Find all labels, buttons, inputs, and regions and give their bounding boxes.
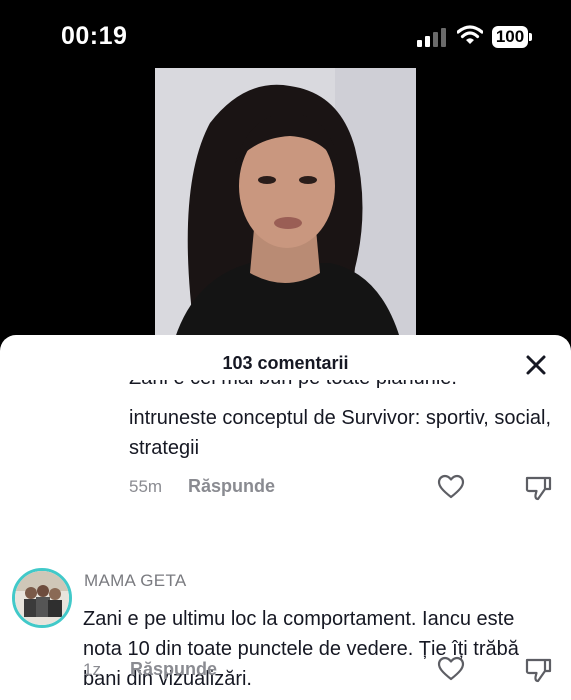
comment-timestamp: 1z: [83, 660, 101, 679]
video-frame-image: [155, 68, 416, 338]
comment-text: Zani e pe ultimu loc la comportament. Ia…: [83, 608, 519, 690]
avatar[interactable]: [12, 568, 72, 628]
comment-text: intruneste conceptul de Survivor: sporti…: [129, 407, 552, 459]
comment-username[interactable]: MAMA GETA: [84, 571, 187, 591]
heart-icon[interactable]: [436, 472, 466, 502]
comments-list[interactable]: Zani e cel mai bun pe toate planurile. i…: [0, 380, 571, 700]
heart-icon[interactable]: [436, 654, 466, 684]
reply-button[interactable]: Răspunde: [130, 659, 217, 680]
battery-indicator: 100: [492, 26, 528, 48]
dislike-icon[interactable]: [523, 655, 553, 685]
cellular-signal-icon: [417, 27, 449, 47]
avatar-image: [15, 571, 69, 625]
comments-count-title: 103 comentarii: [222, 353, 349, 373]
comment-text-clipped: Zani e cel mai bun pe toate planurile.: [129, 380, 457, 393]
video-player[interactable]: [155, 68, 416, 338]
status-bar: 00:19 100: [0, 0, 571, 70]
wifi-icon: [457, 25, 483, 44]
battery-nub: [529, 33, 532, 41]
comment-timestamp: 55m: [129, 477, 163, 496]
comments-sheet: 103 comentarii Zani e cel mai bun pe toa…: [0, 335, 571, 700]
reply-button[interactable]: Răspunde: [188, 476, 275, 497]
status-time: 00:19: [61, 22, 128, 50]
dislike-icon[interactable]: [523, 473, 553, 503]
close-icon[interactable]: [522, 351, 550, 379]
